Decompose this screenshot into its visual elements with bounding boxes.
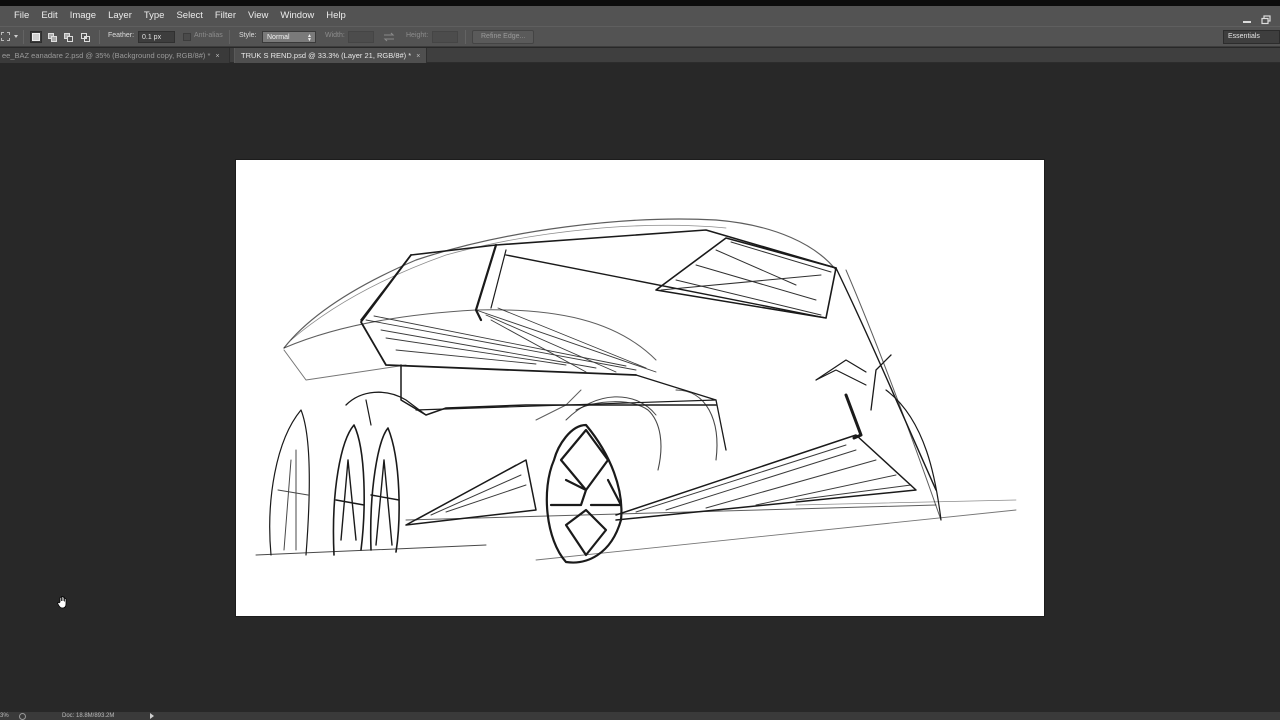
style-label: Style: (239, 32, 257, 39)
menu-file[interactable]: File (0, 6, 35, 26)
width-input[interactable] (348, 31, 374, 43)
subtract-from-selection-icon[interactable] (62, 31, 74, 43)
document-tab-bar: ee_BAZ eanadare 2.psd @ 35% (Background … (0, 48, 1280, 63)
style-select[interactable]: Normal ▲ ▼ (262, 31, 316, 43)
style-select-value: Normal (267, 34, 290, 41)
rectangular-marquee-icon[interactable] (1, 32, 10, 41)
divider (465, 30, 466, 44)
menu-edit[interactable]: Edit (35, 6, 63, 26)
height-label: Height: (406, 32, 429, 39)
feather-input[interactable]: 0.1 px (138, 31, 175, 43)
menu-type[interactable]: Type (138, 6, 171, 26)
feather-label: Feather: (108, 32, 135, 39)
status-menu-arrow-icon[interactable] (150, 713, 154, 719)
refine-edge-button[interactable]: Refine Edge... (472, 30, 535, 44)
close-icon[interactable]: × (215, 53, 219, 60)
grab-hand-cursor-icon (57, 596, 68, 614)
menu-view[interactable]: View (242, 6, 274, 26)
tool-options-bar: Feather: 0.1 px Anti-alias Style: Normal… (0, 26, 1280, 47)
document-info: Doc: 18.8M/893.2M (62, 713, 115, 719)
close-icon[interactable]: × (416, 53, 420, 60)
menu-filter[interactable]: Filter (209, 6, 242, 26)
antialias-checkbox[interactable] (183, 33, 191, 41)
intersect-selection-icon[interactable] (79, 31, 91, 43)
add-to-selection-icon[interactable] (46, 31, 58, 43)
workspace-switcher[interactable]: Essentials (1223, 30, 1280, 44)
width-label: Width: (325, 32, 345, 39)
zoom-level[interactable]: 3% (0, 712, 9, 720)
menu-help[interactable]: Help (320, 6, 352, 26)
vehicle-sketch (255, 218, 1017, 564)
menu-window[interactable]: Window (274, 6, 320, 26)
menu-bar: File Edit Image Layer Type Select Filter… (0, 6, 1280, 26)
tool-preset-caret-icon[interactable] (14, 35, 18, 38)
share-icon[interactable] (19, 713, 26, 720)
height-input[interactable] (432, 31, 458, 43)
menu-layer[interactable]: Layer (102, 6, 138, 26)
tab-truk-s-rend[interactable]: TRUK S REND.psd @ 33.3% (Layer 21, RGB/8… (234, 48, 427, 63)
menu-select[interactable]: Select (170, 6, 208, 26)
restore-icon[interactable] (1259, 14, 1273, 26)
divider (23, 30, 24, 44)
menu-image[interactable]: Image (64, 6, 102, 26)
tab-label: ee_BAZ eanadare 2.psd @ 35% (Background … (2, 51, 211, 60)
tab-label: TRUK S REND.psd @ 33.3% (Layer 21, RGB/8… (241, 51, 412, 60)
status-bar: 3% Doc: 18.8M/893.2M (0, 712, 1280, 720)
antialias-label: Anti-alias (194, 32, 223, 39)
swap-width-height-icon[interactable] (383, 32, 395, 44)
divider (99, 30, 100, 44)
select-arrows-icon: ▲ ▼ (307, 33, 312, 43)
new-selection-icon[interactable] (30, 31, 42, 43)
divider (229, 30, 230, 44)
minimize-icon[interactable] (1240, 14, 1254, 26)
document-canvas[interactable] (236, 160, 1044, 616)
tab-baz-eanadare[interactable]: ee_BAZ eanadare 2.psd @ 35% (Background … (0, 48, 230, 63)
